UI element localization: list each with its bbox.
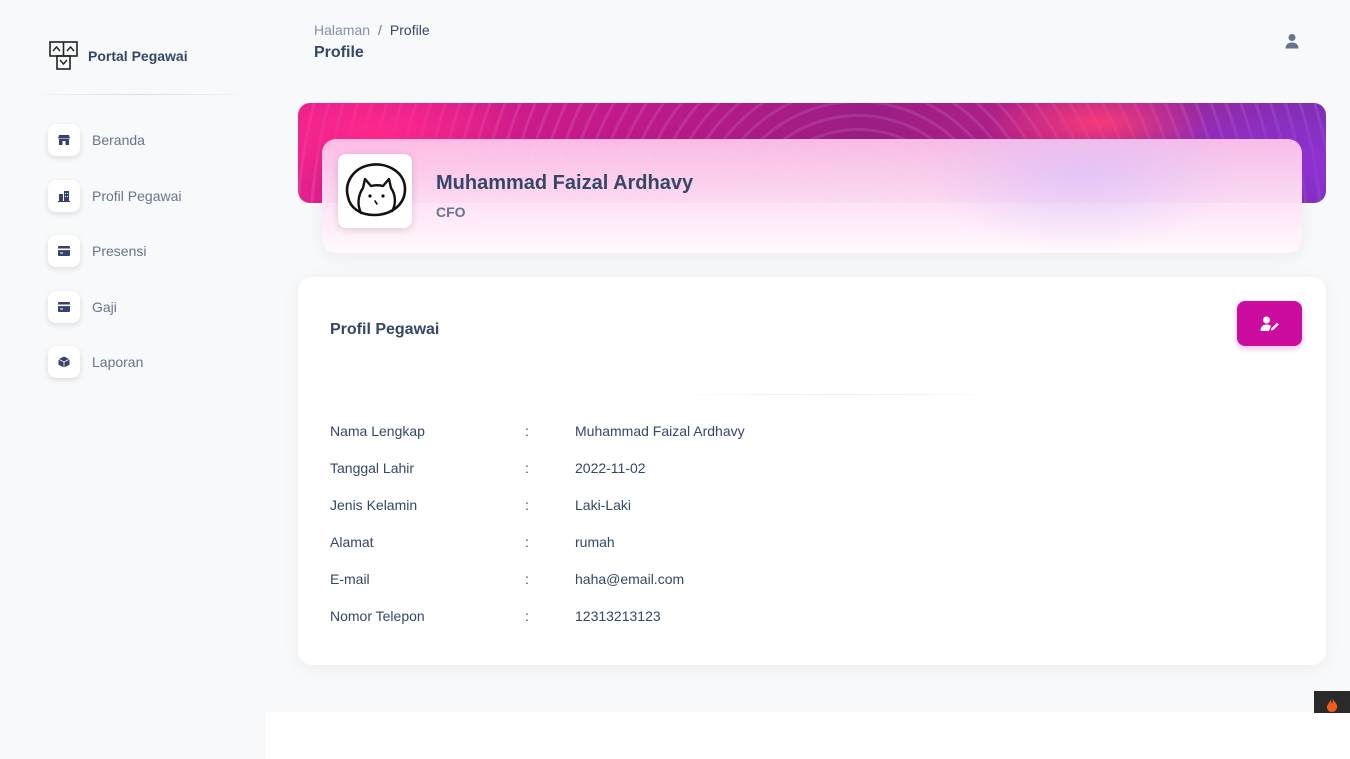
office-icon [48,179,80,212]
detail-row-jenis-kelamin: Jenis Kelamin : Laki-Laki [330,486,745,523]
box-icon [48,346,80,378]
detail-colon: : [525,607,529,624]
credit-card-icon [48,235,80,267]
credit-card-icon [48,290,80,323]
detail-label: Alamat [330,533,374,550]
avatar[interactable] [338,154,412,228]
sidebar-item-label: Beranda [92,132,145,148]
sidebar-item-beranda[interactable]: Beranda [48,124,182,156]
sidebar-nav: Beranda Profil Pegawai Presensi Gaji Lap… [48,124,182,402]
detail-colon: : [525,422,529,439]
detail-value: Laki-Laki [575,496,632,513]
user-icon[interactable] [1284,33,1300,49]
sidebar: Portal Pegawai Beranda Profil Pegawai Pr… [0,0,266,759]
breadcrumb-parent-link[interactable]: Halaman [314,22,370,38]
sidebar-item-laporan[interactable]: Laporan [48,346,182,378]
user-edit-icon [1260,316,1279,331]
sidebar-divider [24,94,256,95]
detail-label: Jenis Kelamin [330,496,418,513]
breadcrumb-separator: / [378,22,382,38]
detail-row-tanggal-lahir: Tanggal Lahir : 2022-11-02 [330,449,745,486]
detail-row-alamat: Alamat : rumah [330,523,745,560]
detail-colon: : [525,533,529,550]
sidebar-item-presensi[interactable]: Presensi [48,235,182,267]
sidebar-item-profil-pegawai[interactable]: Profil Pegawai [48,179,182,212]
detail-label: Nama Lengkap [330,422,425,439]
sidebar-item-label: Presensi [92,243,147,259]
detail-value: 2022-11-02 [575,459,646,476]
debug-toolbar-toggle[interactable] [1314,691,1350,713]
profile-role: CFO [436,204,466,220]
detail-value: 12313213123 [575,607,661,624]
detail-colon: : [525,459,529,476]
brand-name: Portal Pegawai [88,47,188,64]
detail-colon: : [525,496,529,513]
sidebar-item-gaji[interactable]: Gaji [48,290,182,323]
breadcrumb: Halaman / Profile [314,22,430,38]
portal-logo-icon [49,41,78,70]
details-title: Profil Pegawai [330,321,440,338]
detail-row-nama-lengkap: Nama Lengkap : Muhammad Faizal Ardhavy [330,412,745,449]
sidebar-item-label: Laporan [92,354,144,370]
shop-icon [48,124,80,156]
edit-profile-button[interactable] [1237,301,1302,346]
page-title: Profile [314,44,364,61]
detail-row-email: E-mail : haha@email.com [330,560,745,597]
detail-value: rumah [575,533,615,550]
profile-details-card: Profil Pegawai Nama Lengkap : Muhammad F… [298,277,1326,665]
profile-card: Muhammad Faizal Ardhavy CFO [322,139,1302,253]
detail-label: E-mail [330,570,370,587]
details-list: Nama Lengkap : Muhammad Faizal Ardhavy T… [330,412,745,634]
flame-icon [1327,698,1338,712]
profile-name: Muhammad Faizal Ardhavy [436,172,694,194]
detail-label: Tanggal Lahir [330,459,415,476]
brand[interactable]: Portal Pegawai [49,41,188,70]
sidebar-item-label: Gaji [92,298,117,315]
footer-panel [266,712,1350,759]
detail-value: Muhammad Faizal Ardhavy [575,422,745,439]
details-divider [668,394,1008,395]
detail-value: haha@email.com [575,570,685,587]
cat-doodle-icon [345,163,407,217]
detail-colon: : [525,570,529,587]
detail-label: Nomor Telepon [330,607,425,624]
detail-row-nomor-telepon: Nomor Telepon : 12313213123 [330,597,745,634]
sidebar-item-label: Profil Pegawai [92,187,182,204]
breadcrumb-current: Profile [389,22,430,38]
